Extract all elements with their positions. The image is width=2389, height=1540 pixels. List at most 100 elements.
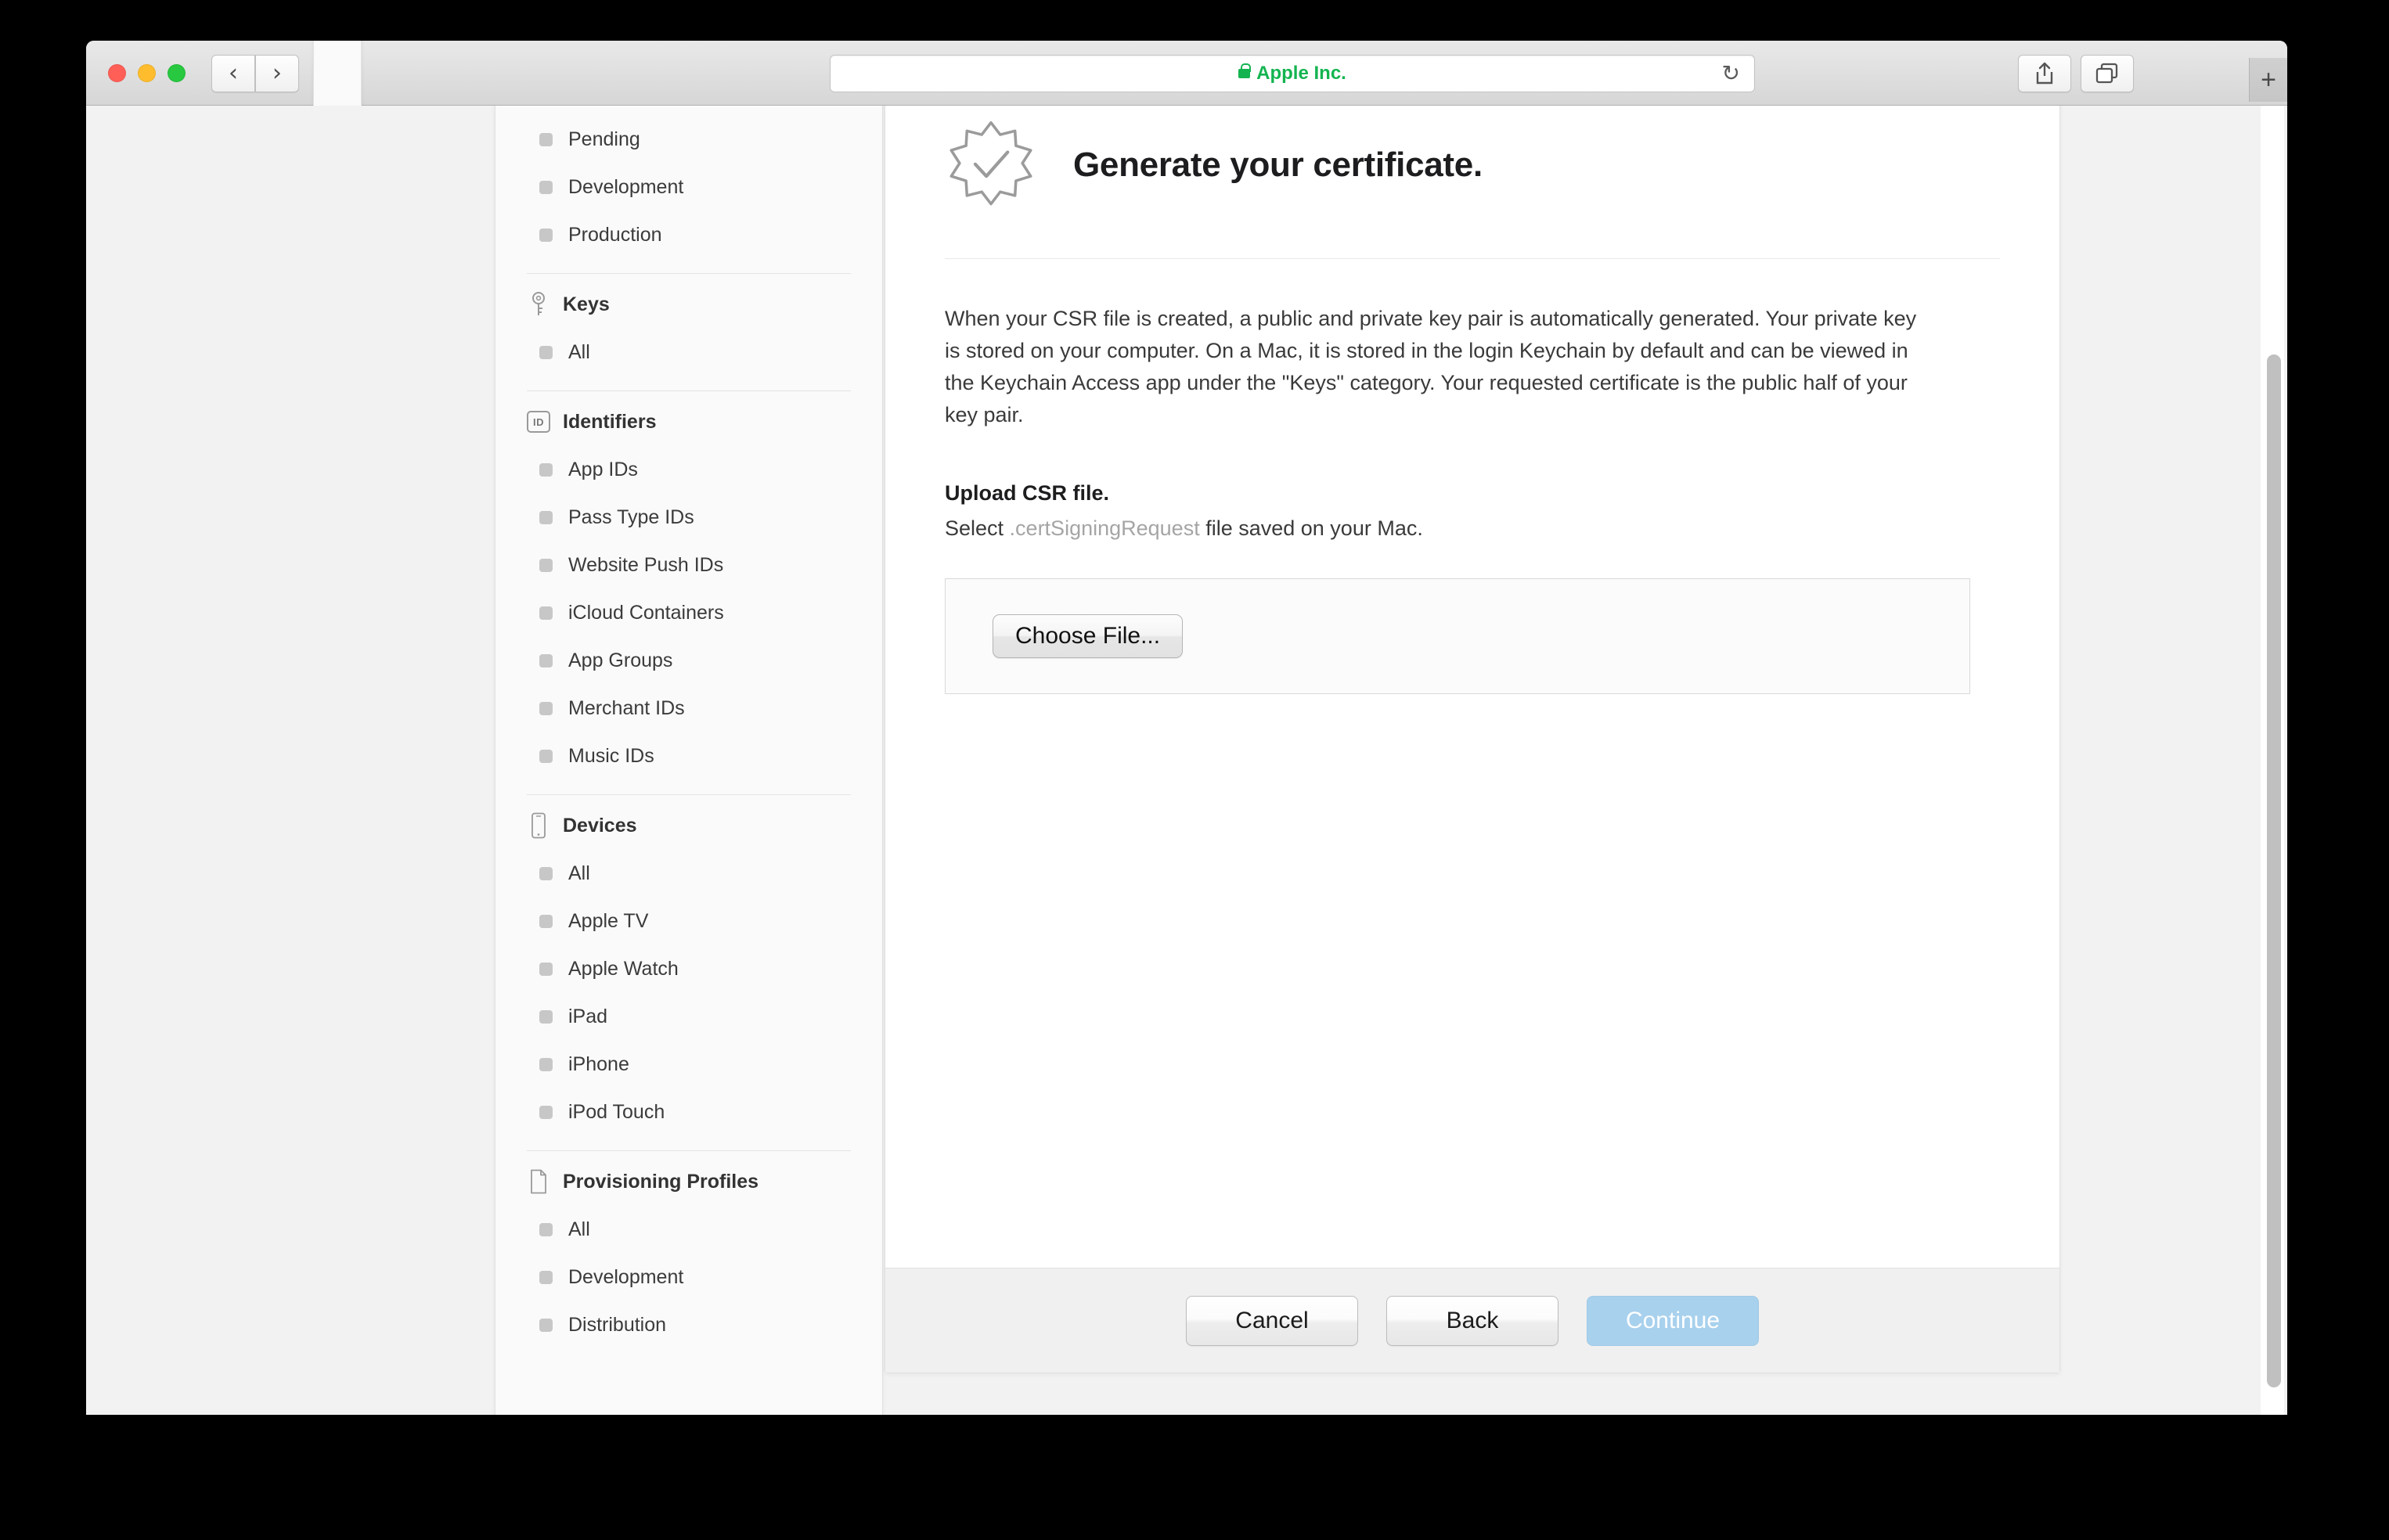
sidebar-heading-provisioning-profiles[interactable]: Provisioning Profiles	[522, 1151, 856, 1206]
content-body: Generate your certificate. When your CSR…	[885, 106, 2059, 694]
sidebar-item-website-push-ids[interactable]: Website Push IDs	[522, 542, 856, 589]
back-button[interactable]: Back	[1386, 1295, 1558, 1346]
bullet-icon	[539, 1010, 553, 1024]
sidebar-item-keys-all[interactable]: All	[522, 329, 856, 376]
sidebar-item-ipad[interactable]: iPad	[522, 993, 856, 1041]
sidebar-item-ipod-touch[interactable]: iPod Touch	[522, 1088, 856, 1136]
sidebar-item-iphone[interactable]: iPhone	[522, 1041, 856, 1088]
sidebar-item-apple-watch[interactable]: Apple Watch	[522, 945, 856, 993]
bullet-icon	[539, 1106, 553, 1119]
sidebar-item-apple-tv[interactable]: Apple TV	[522, 898, 856, 945]
sidebar-section-provisioning-profiles: Provisioning Profiles All Development Di…	[495, 1151, 882, 1349]
sidebar-heading-label: Keys	[563, 293, 610, 315]
bullet-icon	[539, 1319, 553, 1332]
bullet-icon	[539, 1271, 553, 1284]
upload-section-title: Upload CSR file.	[945, 481, 1110, 505]
choose-file-button[interactable]: Choose File...	[993, 614, 1184, 658]
bullet-icon	[539, 654, 553, 667]
sidebar-item-icloud-containers[interactable]: iCloud Containers	[522, 589, 856, 637]
sidebar-section-identifiers: ID Identifiers App IDs Pass Type IDs Web…	[495, 391, 882, 795]
page-title: Generate your certificate.	[1073, 146, 1483, 184]
bullet-icon	[539, 181, 553, 194]
file-dropzone[interactable]: Choose File...	[945, 578, 1970, 694]
sidebar-item-label: App Groups	[568, 649, 673, 671]
sidebar-section-devices: Devices All Apple TV Apple Watch iPad iP…	[495, 795, 882, 1151]
tab-overview-button[interactable]	[2081, 55, 2134, 92]
forward-button[interactable]: ›	[255, 55, 299, 92]
browser-toolbar: ‹ › Apple Inc. ↻ +	[86, 41, 2287, 1359]
sidebar-item-label: Website Push IDs	[568, 554, 724, 576]
wizard-footer: Cancel Back Continue	[885, 1268, 2059, 1373]
sidebar-item-label: iPad	[568, 1006, 608, 1027]
share-icon	[2036, 62, 2053, 85]
header-divider	[945, 258, 2000, 259]
bullet-icon	[539, 133, 553, 146]
minimize-window-button[interactable]	[138, 64, 156, 82]
sidebar-item-label: Music IDs	[568, 745, 654, 767]
page-header: Generate your certificate.	[945, 119, 2000, 211]
cancel-button[interactable]: Cancel	[1186, 1295, 1358, 1346]
document-icon	[527, 1168, 550, 1195]
maximize-window-button[interactable]	[168, 64, 186, 82]
sidebar-section-certificates: Pending Development Production	[495, 116, 882, 274]
sidebar-item-label: Production	[568, 224, 662, 246]
sidebar: Pending Development Production Keys All …	[495, 106, 883, 1415]
web-page: Pending Development Production Keys All …	[86, 106, 2287, 1415]
share-button[interactable]	[2018, 55, 2071, 92]
sidebar-item-music-ids[interactable]: Music IDs	[522, 732, 856, 780]
bullet-icon	[539, 559, 553, 572]
sidebar-item-profiles-development[interactable]: Development	[522, 1254, 856, 1301]
sidebar-item-label: Pass Type IDs	[568, 506, 694, 528]
page-scrollbar[interactable]	[2261, 106, 2284, 1415]
bullet-icon	[539, 750, 553, 763]
sidebar-item-app-groups[interactable]: App Groups	[522, 637, 856, 685]
id-badge-text: ID	[527, 411, 550, 433]
sidebar-item-label: Development	[568, 1266, 684, 1288]
sidebar-heading-devices[interactable]: Devices	[522, 795, 856, 850]
iphone-icon	[527, 812, 550, 839]
certificate-seal-check-icon	[945, 119, 1037, 211]
bullet-icon	[539, 915, 553, 928]
bullet-icon	[539, 463, 553, 477]
sidebar-item-development[interactable]: Development	[522, 164, 856, 211]
reload-icon[interactable]: ↻	[1722, 63, 1740, 85]
sidebar-item-pass-type-ids[interactable]: Pass Type IDs	[522, 494, 856, 542]
sidebar-item-label: App IDs	[568, 459, 638, 480]
sidebar-item-label: Development	[568, 176, 684, 198]
sidebar-heading-identifiers[interactable]: ID Identifiers	[522, 391, 856, 446]
id-badge-icon: ID	[527, 408, 550, 435]
sidebar-item-label: Apple Watch	[568, 958, 679, 980]
sidebar-item-label: iPod Touch	[568, 1101, 665, 1123]
key-icon	[527, 291, 550, 318]
sidebar-item-label: All	[568, 341, 590, 363]
close-window-button[interactable]	[108, 64, 126, 82]
sidebar-item-label: iPhone	[568, 1053, 629, 1075]
chevron-right-icon: ›	[272, 59, 282, 87]
sidebar-item-devices-all[interactable]: All	[522, 850, 856, 898]
bullet-icon	[539, 606, 553, 620]
tab-overview-icon	[2095, 63, 2118, 84]
sidebar-item-profiles-all[interactable]: All	[522, 1206, 856, 1254]
sidebar-item-production[interactable]: Production	[522, 211, 856, 259]
sidebar-item-pending[interactable]: Pending	[522, 116, 856, 164]
back-button[interactable]: ‹	[211, 55, 255, 92]
bullet-icon	[539, 867, 553, 880]
scrollbar-thumb[interactable]	[2267, 354, 2281, 1387]
sidebar-item-profiles-distribution[interactable]: Distribution	[522, 1301, 856, 1349]
bullet-icon	[539, 346, 553, 359]
address-bar[interactable]: Apple Inc. ↻	[830, 55, 1755, 92]
sidebar-item-app-ids[interactable]: App IDs	[522, 446, 856, 494]
sidebar-item-label: iCloud Containers	[568, 602, 724, 624]
sidebar-heading-keys[interactable]: Keys	[522, 274, 856, 329]
upload-file-extension: .certSigningRequest	[1009, 516, 1200, 540]
sidebar-item-merchant-ids[interactable]: Merchant IDs	[522, 685, 856, 732]
upload-section-subtitle: Select .certSigningRequest file saved on…	[945, 516, 2000, 541]
window-controls	[108, 64, 186, 82]
intro-paragraph: When your CSR file is created, a public …	[945, 307, 1917, 426]
new-tab-button[interactable]: +	[2249, 58, 2287, 102]
bullet-icon	[539, 228, 553, 242]
sidebar-item-label: Distribution	[568, 1314, 667, 1336]
upload-sub-prefix: Select	[945, 516, 1010, 540]
chevron-left-icon: ‹	[229, 59, 238, 87]
upload-sub-suffix: file saved on your Mac.	[1199, 516, 1423, 540]
